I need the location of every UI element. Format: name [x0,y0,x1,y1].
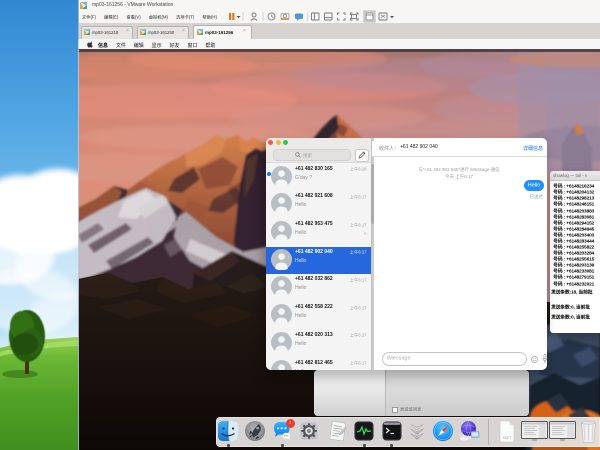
svg-text:SOFT: SOFT [503,436,512,440]
